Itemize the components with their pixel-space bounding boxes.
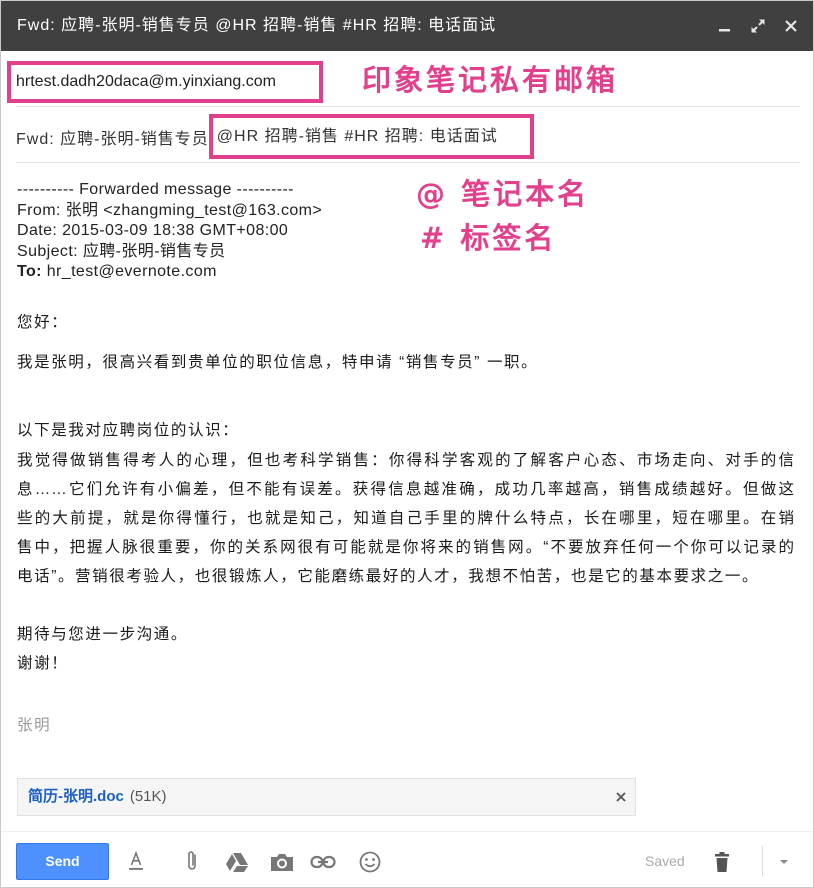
- opinion-line: 些的大前提，就是你得懂行，也就是知己，知道自己手里的牌什么特点，长在哪里，短在哪…: [17, 510, 795, 527]
- forwarded-subject: Subject: 应聘-张明-销售专员: [17, 242, 322, 263]
- forwarded-header: ---------- Forwarded message ---------- …: [17, 180, 322, 283]
- emoji-icon[interactable]: [358, 850, 382, 874]
- signature: 张明: [17, 717, 52, 734]
- opinion-line: 售中，把握人脉很重要，你的关系网很有可能就是你将来的销售网。“不要放弃任何一个你…: [17, 539, 795, 556]
- link-icon[interactable]: [310, 855, 336, 869]
- message-body[interactable]: ---------- Forwarded message ---------- …: [17, 178, 797, 744]
- camera-icon[interactable]: [269, 851, 295, 873]
- attachment-label: 简历-张明.doc (51K): [28, 779, 167, 815]
- opinion-line: 息……它们允许有小偏差，但不能有误差。获得信息越准确，成功几率越高，销售成绩越好…: [17, 481, 795, 498]
- attachment-size: (51K): [129, 788, 167, 805]
- to-label: To:: [17, 263, 42, 280]
- from-value: 张明 <zhangming_test@163.com>: [65, 201, 323, 219]
- send-button[interactable]: Send: [16, 843, 109, 880]
- forwarded-divider: ---------- Forwarded message ----------: [17, 181, 294, 198]
- minimize-icon[interactable]: [717, 18, 733, 34]
- annotation-box-recipient: [7, 61, 323, 103]
- close-icon[interactable]: [616, 792, 626, 802]
- opinion-line: 电话”。营销很考验人，也很锻炼人，它能磨练最好的人才，我想不怕苦，也是它的基本要…: [17, 568, 760, 585]
- subject-value: 应聘-张明-销售专员: [82, 242, 226, 260]
- thanks-line: 谢谢！: [17, 655, 69, 672]
- greeting: 您好：: [17, 314, 69, 331]
- paperclip-icon[interactable]: [185, 849, 199, 873]
- attachment-name[interactable]: 简历-张明.doc: [28, 788, 124, 805]
- chevron-down-icon[interactable]: [778, 858, 790, 866]
- forwarded-to: To: hr_test@evernote.com: [17, 262, 322, 283]
- date-value: 2015-03-09 18:38 GMT+08:00: [62, 222, 289, 239]
- save-status: Saved: [645, 853, 685, 869]
- from-label: From:: [17, 201, 61, 219]
- google-drive-icon[interactable]: [225, 851, 249, 873]
- trash-icon[interactable]: [713, 851, 731, 873]
- forwarded-from: From: 张明 <zhangming_test@163.com>: [17, 201, 322, 222]
- forwarded-date: Date: 2015-03-09 18:38 GMT+08:00: [17, 221, 322, 242]
- compose-title-bar[interactable]: Fwd: 应聘-张明-销售专员 @HR 招聘-销售 #HR 招聘: 电话面试: [0, 0, 814, 51]
- field-divider: [16, 162, 800, 163]
- subject-prefix: Fwd: 应聘-张明-销售专员: [16, 130, 209, 148]
- date-label: Date:: [17, 222, 58, 239]
- toolbar-separator: [762, 846, 763, 876]
- to-value: hr_test@evernote.com: [46, 263, 217, 280]
- expand-icon[interactable]: [750, 18, 766, 34]
- close-icon[interactable]: [783, 18, 799, 34]
- subject-label: Subject:: [17, 242, 79, 260]
- compose-window: Fwd: 应聘-张明-销售专员 @HR 招聘-销售 #HR 招聘: 电话面试 h…: [0, 0, 814, 888]
- toolbar-divider: [0, 831, 814, 832]
- opinion-heading: 以下是我对应聘岗位的认识：: [17, 422, 240, 439]
- subject-field[interactable]: Fwd: 应聘-张明-销售专员 @HR 招聘-销售 #HR 招聘: 电话面试: [16, 114, 534, 159]
- annotation-private-email: 印象笔记私有邮箱: [362, 63, 619, 97]
- intro-paragraph: 我是张明，很高兴看到贵单位的职位信息，特申请 “销售专员” 一职。: [17, 354, 539, 371]
- field-divider: [16, 106, 800, 107]
- compose-title: Fwd: 应聘-张明-销售专员 @HR 招聘-销售 #HR 招聘: 电话面试: [17, 17, 497, 34]
- attachment-chip[interactable]: 简历-张明.doc (51K): [17, 778, 636, 816]
- text-format-icon[interactable]: [127, 850, 145, 872]
- opinion-line: 我觉得做销售得考人的心理，但也考科学销售：你得科学客观的了解客户心态、市场走向、…: [17, 452, 795, 469]
- closing-line: 期待与您进一步沟通。: [17, 626, 189, 643]
- subject-tags-highlight: @HR 招聘-销售 #HR 招聘: 电话面试: [208, 114, 534, 159]
